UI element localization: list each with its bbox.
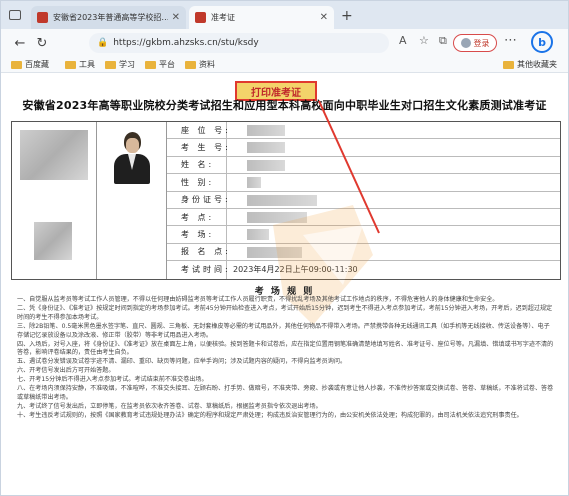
tab-exam-site[interactable]: 安徽省2023年普通高等学校招… ✕ — [31, 6, 186, 29]
close-tab-icon[interactable]: ✕ — [172, 12, 180, 23]
tab-title: 安徽省2023年普通高等学校招… — [53, 13, 168, 22]
field-label: 报 名 点: — [167, 243, 228, 261]
new-tab-icon[interactable]: + — [341, 8, 353, 24]
folder-icon — [11, 60, 22, 69]
field-label: 身份证号: — [167, 191, 228, 208]
avatar-icon — [460, 38, 471, 48]
bookmark-folder[interactable]: 工具 — [65, 59, 95, 70]
bookmark-label: 工具 — [79, 60, 95, 69]
bookmark-folder[interactable]: 百度藏 — [11, 59, 49, 70]
bookmark-label: 百度藏 — [25, 60, 49, 69]
more-menu-icon[interactable]: ⋯ — [504, 33, 517, 48]
blurred-image — [20, 130, 88, 180]
field-label: 性 别: — [167, 174, 227, 191]
bookmark-label: 其他收藏夹 — [517, 60, 557, 69]
folder-icon — [105, 60, 116, 69]
redaction-block — [247, 177, 261, 189]
rule-item: 三、除2B铅笔、0.5毫米黑色墨水签字笔、直尺、圆规、三角板、无封套橡皮等必需的… — [17, 322, 550, 339]
page-content: 打印准考证 安徽省2023年高等职业院校分类考试招生和应用型本科高校面向中职毕业… — [3, 75, 566, 495]
field-label: 座 位 号: — [167, 122, 228, 139]
browser-window: 安徽省2023年普通高等学校招… ✕ 准考证 ✕ + ← ↻ 🔒 https:/… — [0, 0, 569, 496]
redaction-block — [247, 142, 285, 154]
redaction-block — [247, 159, 285, 171]
address-url: https://gkbm.ahzsks.cn/stu/ksdy — [113, 38, 259, 48]
rule-item: 一、自觉服从监考员等考试工作人员管理，不得以任何理由妨碍监考员等考试工作人员履行… — [17, 296, 499, 303]
id-card-photo — [12, 122, 97, 279]
page-title: 安徽省2023年高等职业院校分类考试招生和应用型本科高校面向中职毕业生对口招生文… — [22, 99, 547, 112]
lock-icon: 🔒 — [97, 38, 109, 48]
bookmark-folder[interactable]: 平台 — [145, 59, 175, 70]
rule-item: 九、考试终了信号发出后，立即停笔，在监考员依次收齐答卷、试卷、草稿纸后，根据监考… — [17, 402, 322, 410]
rule-item: 二、凭《身份证》、《准考证》按规定时间到指定的考场参加考试。考前45分钟开始检查… — [17, 304, 553, 321]
redaction-block — [247, 125, 285, 136]
login-button[interactable]: 登录 — [453, 34, 497, 52]
exam-rules: 一、自觉服从监考员等考试工作人员管理，不得以任何理由妨碍监考员等考试工作人员履行… — [17, 296, 555, 421]
folder-icon — [503, 60, 514, 69]
info-row: 性 别: — [167, 174, 560, 192]
tab-bar: 安徽省2023年普通高等学校招… ✕ 准考证 ✕ + — [1, 1, 568, 29]
field-label: 考试时间: — [167, 261, 228, 279]
collections-icon[interactable]: ⧉ — [439, 34, 447, 48]
bookmark-label: 平台 — [159, 60, 175, 69]
favorite-icon[interactable]: ☆ — [419, 34, 429, 47]
page-favicon-icon — [195, 12, 206, 23]
bookmark-other-folder[interactable]: 其他收藏夹 — [503, 59, 557, 70]
address-bar[interactable]: 🔒 https://gkbm.ahzsks.cn/stu/ksdy — [89, 33, 389, 53]
close-tab-icon[interactable]: ✕ — [320, 12, 328, 23]
folder-icon — [65, 60, 76, 69]
tab-admission-ticket[interactable]: 准考证 ✕ — [189, 6, 334, 29]
site-favicon-icon — [37, 12, 48, 23]
rule-item: 七、开考15分钟后不得进入考点参加考试。考试结束前不准交卷出场。 — [17, 376, 208, 384]
rule-item: 十、考生违反考试规则的，按照《国家教育考试违规处理办法》确定的程序和规定严肃处理… — [17, 411, 523, 419]
tab-title: 准考证 — [211, 13, 235, 22]
bookmark-label: 资料 — [199, 60, 215, 69]
info-row: 姓 名: — [167, 156, 560, 175]
info-row: 考 生 号: — [167, 139, 560, 157]
field-label: 考 场: — [167, 226, 227, 243]
bookmarks-bar: 百度藏 工具 学习 平台 资料 其他收藏夹 — [1, 57, 568, 73]
bing-copilot-icon[interactable]: b — [531, 31, 553, 53]
candidate-photo — [97, 122, 167, 279]
rule-item: 八、在考场内须保持安静，不准吸烟，不准喧哗，不准交头接耳、左顾右盼、打手势、做暗… — [17, 385, 554, 401]
bookmark-label: 学习 — [119, 60, 135, 69]
folder-icon — [145, 60, 156, 69]
rule-item: 六、开考信号发出后方可开始答题。 — [17, 367, 115, 375]
tab-actions-icon[interactable] — [9, 10, 21, 20]
reload-icon[interactable]: ↻ — [31, 36, 53, 51]
folder-icon — [185, 60, 196, 69]
rule-item: 五、遇试卷分发错误及试卷字迹不清、漏印、重印、缺页等问题，应举手询问；涉及试题内… — [17, 358, 347, 366]
bookmark-folder[interactable]: 资料 — [185, 59, 215, 70]
bookmark-folder[interactable]: 学习 — [105, 59, 135, 70]
info-row: 座 位 号: — [167, 122, 560, 140]
candidate-portrait — [112, 132, 152, 184]
login-label: 登录 — [473, 38, 490, 48]
read-aloud-icon[interactable]: A — [399, 34, 407, 47]
blurred-image — [34, 222, 72, 260]
field-label: 姓 名: — [167, 156, 227, 174]
field-label: 考 生 号: — [167, 139, 228, 156]
rule-item: 四、入场后，对号入座，将《身份证》、《准考证》放在桌面左上角，以便核验。按到答题… — [17, 340, 554, 357]
back-icon[interactable]: ← — [9, 36, 31, 51]
field-label: 考 点: — [167, 208, 227, 226]
